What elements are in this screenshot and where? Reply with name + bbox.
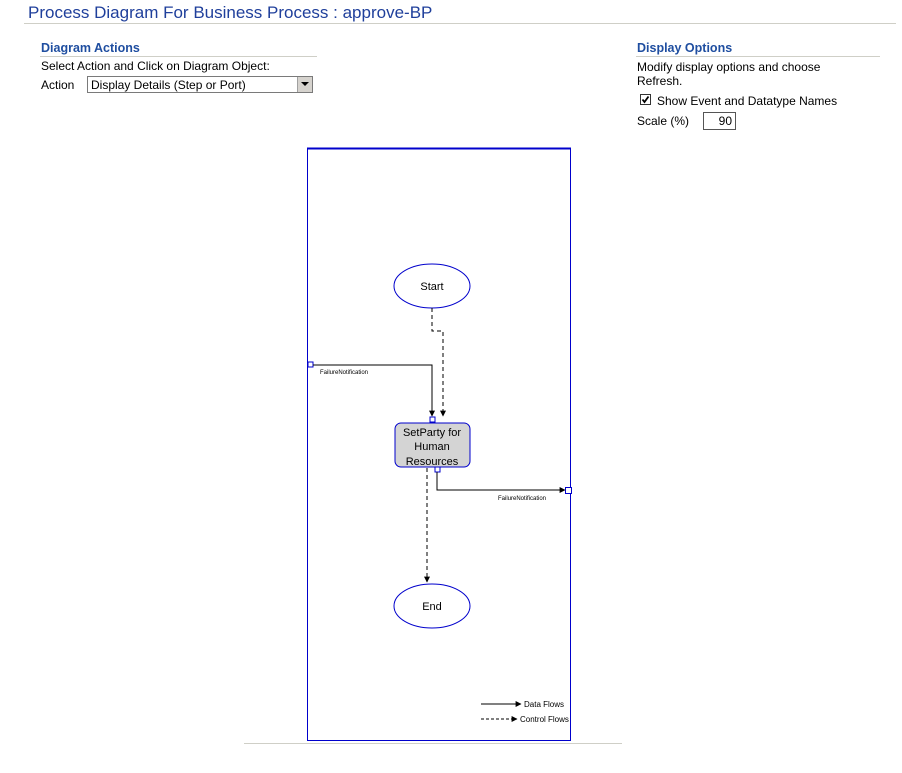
- start-label: Start: [420, 281, 443, 293]
- left-port[interactable]: [307, 361, 314, 368]
- end-label: End: [422, 601, 442, 613]
- start-node[interactable]: Start: [393, 263, 471, 309]
- bottom-divider: [244, 743, 622, 744]
- step-label-line1: SetParty for: [403, 427, 461, 439]
- step-input-port[interactable]: [429, 416, 436, 423]
- end-node[interactable]: End: [393, 583, 471, 629]
- right-port[interactable]: [565, 487, 572, 494]
- process-diagram: Start FailureNotification SetParty for H…: [307, 147, 572, 741]
- step-output-port[interactable]: [434, 466, 441, 473]
- legend-control-flows: Control Flows: [520, 715, 569, 724]
- right-port-label: FailureNotification: [498, 496, 546, 502]
- step-label-line3: Resources: [406, 456, 459, 468]
- step-node-setparty[interactable]: SetParty for Human Resources: [394, 416, 471, 473]
- legend-data-flows: Data Flows: [524, 700, 564, 709]
- left-port-label: FailureNotification: [320, 370, 368, 376]
- step-label-line2: Human: [414, 441, 449, 453]
